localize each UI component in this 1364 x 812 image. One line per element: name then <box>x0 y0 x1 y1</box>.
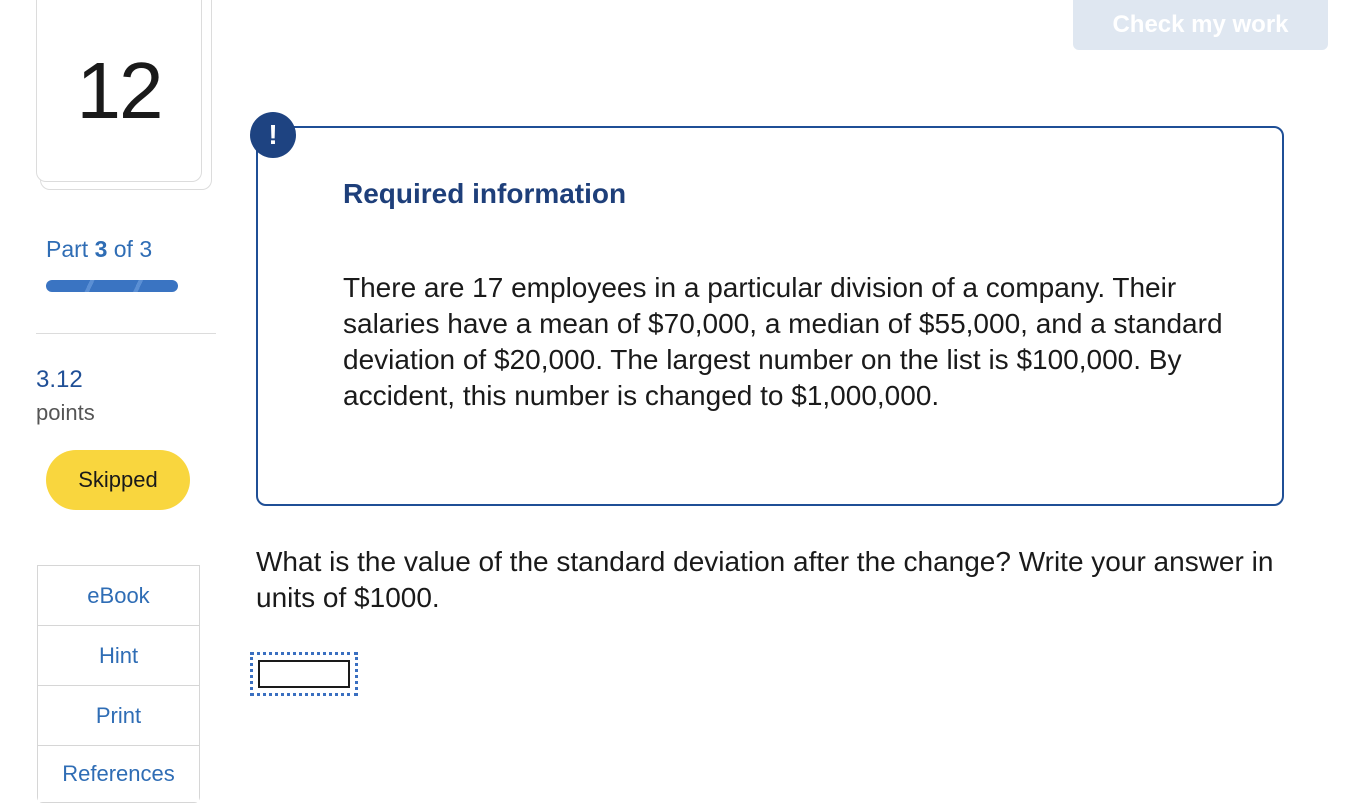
alert-icon: ! <box>250 112 296 158</box>
part-word: Part <box>46 236 89 262</box>
question-number: 12 <box>76 45 164 135</box>
part-indicator: Part 3 of 3 <box>46 236 152 263</box>
answer-focus-ring <box>250 652 358 696</box>
question-page: 12 Part 3 of 3 3.12 points Skipped eBook… <box>0 0 1364 812</box>
print-button[interactable]: Print <box>38 686 199 746</box>
question-number-card: 12 <box>36 0 212 192</box>
answer-input[interactable] <box>258 660 350 688</box>
part-current: 3 <box>94 236 108 262</box>
part-progress-bar <box>46 280 178 292</box>
references-button[interactable]: References <box>38 746 199 802</box>
points-value: 3.12 <box>36 366 83 393</box>
sidebar-divider <box>36 333 216 334</box>
question-number-box: 12 <box>36 0 202 182</box>
part-total: of 3 <box>113 236 153 262</box>
check-my-work-button[interactable]: Check my work <box>1073 0 1328 50</box>
status-badge: Skipped <box>46 450 190 510</box>
ebook-button[interactable]: eBook <box>38 566 199 626</box>
required-info-body: There are 17 employees in a particular d… <box>343 272 1223 411</box>
question-prompt: What is the value of the standard deviat… <box>256 546 1274 613</box>
tools-panel: eBook Hint Print References <box>37 565 200 803</box>
hint-button[interactable]: Hint <box>38 626 199 686</box>
points-label: points <box>36 400 95 425</box>
required-info-title: Required information <box>343 178 627 209</box>
